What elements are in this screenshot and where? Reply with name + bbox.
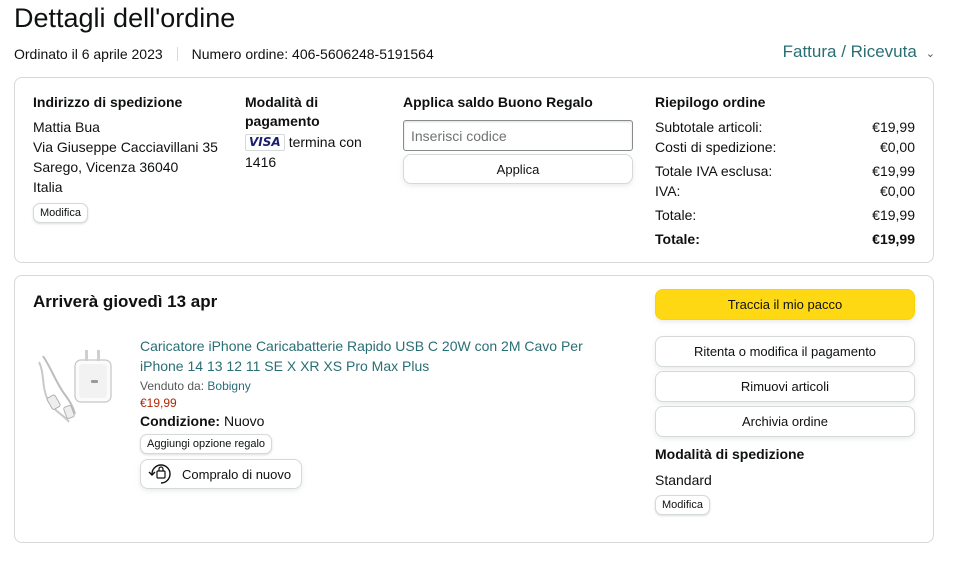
shipment-box: Arriverà giovedì 13 apr Caricatore iPhon…	[14, 275, 934, 543]
product-title-link[interactable]: Caricatore iPhone Caricabatterie Rapido …	[140, 336, 630, 376]
summary-label: Subtotale articoli:	[655, 119, 763, 135]
divider	[176, 47, 178, 61]
address-line: Mattia Bua	[33, 119, 100, 135]
archive-order-button[interactable]: Archivia ordine	[655, 406, 915, 437]
seller-link[interactable]: Bobigny	[207, 379, 250, 393]
condition-label: Condizione:	[140, 413, 221, 429]
summary-value: €19,99	[872, 231, 915, 247]
product-image[interactable]	[35, 344, 117, 424]
summary-row: Subtotale articoli: €19,99	[655, 117, 915, 137]
sold-by-label: Venduto da:	[140, 379, 205, 393]
invoice-link-label[interactable]: Fattura / Ricevuta	[783, 42, 917, 62]
order-date: Ordinato il 6 aprile 2023	[14, 46, 163, 62]
payment-section: Modalità di pagamento VISA termina con 14…	[245, 93, 390, 172]
summary-label: Totale:	[655, 231, 700, 247]
edit-address-button[interactable]: Modifica	[33, 203, 88, 223]
payment-heading-line: Modalità di	[245, 94, 319, 110]
shipping-address-section: Indirizzo di spedizione Mattia Bua Via G…	[33, 93, 233, 223]
summary-row: Totale: €19,99	[655, 205, 915, 225]
card-ending-text: termina con	[288, 134, 362, 150]
payment-method: VISA termina con	[245, 132, 390, 152]
retry-payment-button[interactable]: Ritenta o modifica il pagamento	[655, 336, 915, 367]
order-number: Numero ordine: 406-5606248-5191564	[191, 46, 434, 62]
gift-code-input[interactable]	[403, 120, 633, 151]
visa-icon: VISA	[245, 134, 285, 151]
track-package-button[interactable]: Traccia il mio pacco	[655, 289, 915, 320]
gift-card-heading: Applica saldo Buono Regalo	[403, 94, 593, 110]
summary-heading: Riepilogo ordine	[655, 94, 766, 110]
summary-label: IVA:	[655, 183, 681, 199]
payment-heading-line: pagamento	[245, 113, 320, 129]
summary-value: €0,00	[879, 183, 915, 199]
summary-value: €19,99	[872, 163, 915, 179]
summary-value: €19,99	[872, 119, 915, 135]
chevron-down-icon: ⌄	[925, 47, 935, 60]
charger-icon	[38, 350, 112, 423]
shipping-address-heading: Indirizzo di spedizione	[33, 94, 183, 110]
summary-row: IVA: €0,00	[655, 181, 915, 201]
gift-card-section: Applica saldo Buono Regalo Applica	[403, 93, 635, 184]
address-line: Italia	[33, 179, 63, 195]
address-line: Sarego, Vicenza 36040	[33, 159, 179, 175]
edit-shipping-method-button[interactable]: Modifica	[655, 495, 710, 515]
buy-again-icon	[148, 464, 171, 484]
product-info: Caricatore iPhone Caricabatterie Rapido …	[140, 336, 630, 490]
buy-again-label: Compralo di nuovo	[182, 466, 292, 482]
order-totals-section: Riepilogo ordine Subtotale articoli: €19…	[655, 93, 915, 249]
order-meta: Ordinato il 6 aprile 2023 Numero ordine:…	[14, 46, 434, 62]
summary-label: Totale IVA esclusa:	[655, 163, 773, 179]
invoice-dropdown[interactable]: Fattura / Ricevuta ⌄	[783, 42, 935, 62]
summary-value: €0,00	[879, 139, 915, 155]
shipment-actions: Traccia il mio pacco Ritenta o modifica …	[655, 289, 915, 515]
summary-label: Totale:	[655, 207, 697, 223]
address-line: Via Giuseppe Cacciavillani 35	[33, 139, 218, 155]
product-condition: Condizione: Nuovo	[140, 413, 630, 429]
arrival-date: Arriverà giovedì 13 apr	[33, 292, 218, 311]
summary-row: Costi di spedizione: €0,00	[655, 137, 915, 157]
summary-row: Totale IVA esclusa: €19,99	[655, 161, 915, 181]
buy-again-button[interactable]: Compralo di nuovo	[140, 459, 303, 489]
summary-label: Costi di spedizione:	[655, 139, 777, 155]
product-price: €19,99	[140, 396, 177, 410]
apply-gift-button[interactable]: Applica	[403, 154, 633, 184]
shipping-method-heading: Modalità di spedizione	[655, 446, 805, 462]
card-last-digits: 1416	[245, 154, 277, 170]
sold-by: Venduto da: Bobigny	[140, 379, 630, 393]
page-title: Dettagli dell'ordine	[14, 3, 236, 33]
order-summary-box: Indirizzo di spedizione Mattia Bua Via G…	[14, 77, 934, 263]
condition-value: Nuovo	[224, 413, 265, 429]
summary-total-row: Totale: €19,99	[655, 229, 915, 249]
shipping-method-value: Standard	[655, 472, 712, 488]
remove-items-button[interactable]: Rimuovi articoli	[655, 371, 915, 402]
summary-value: €19,99	[872, 207, 915, 223]
add-gift-option-button[interactable]: Aggiungi opzione regalo	[140, 434, 273, 454]
